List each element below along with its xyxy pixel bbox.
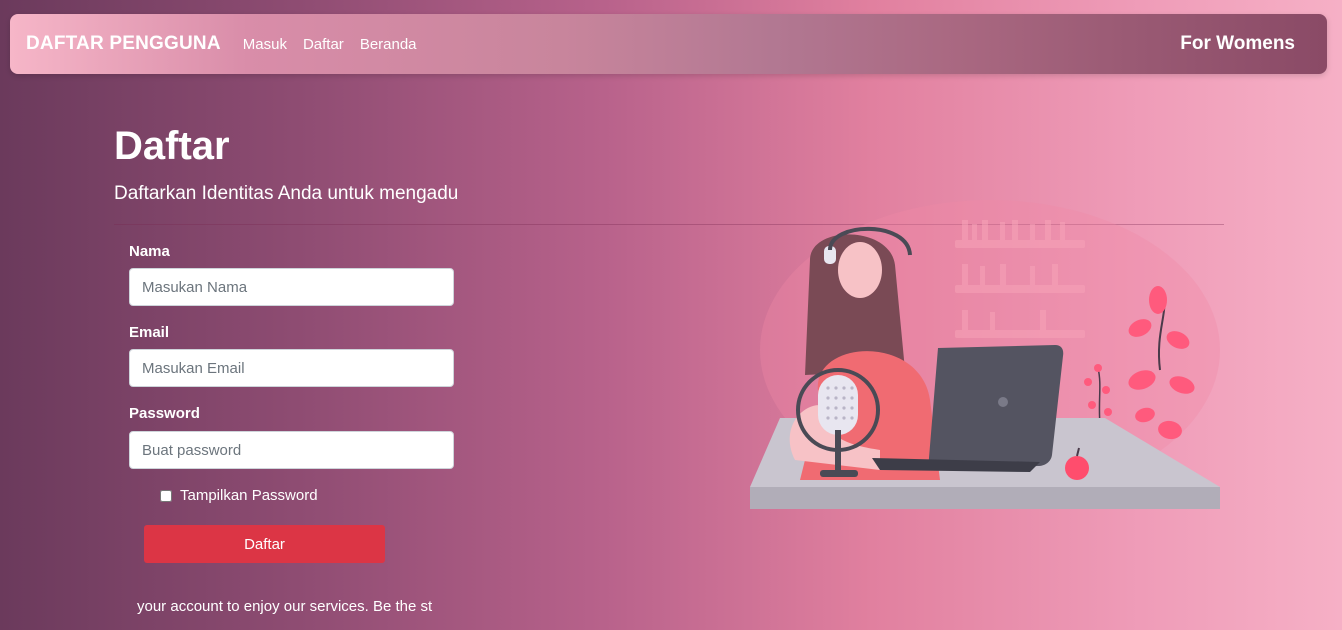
woman-podcast-laptop-illustration — [750, 200, 1220, 509]
show-password-label[interactable]: Tampilkan Password — [180, 487, 318, 504]
nav-link-daftar[interactable]: Daftar — [303, 36, 344, 53]
show-password-row: Tampilkan Password — [160, 487, 318, 504]
name-input[interactable] — [129, 268, 454, 306]
page-subtitle: Daftarkan Identitas Anda untuk mengadu — [114, 183, 459, 204]
password-label: Password — [129, 405, 200, 422]
name-label: Nama — [129, 243, 170, 260]
submit-button[interactable]: Daftar — [144, 525, 385, 563]
navbar-tagline: For Womens — [1180, 33, 1295, 54]
page-title: Daftar — [114, 124, 230, 168]
show-password-checkbox[interactable] — [160, 489, 172, 502]
email-input[interactable] — [129, 349, 454, 387]
nav-link-beranda[interactable]: Beranda — [360, 36, 417, 53]
navbar: DAFTAR PENGGUNA Masuk Daftar Beranda For… — [10, 14, 1327, 74]
navbar-brand[interactable]: DAFTAR PENGGUNA — [26, 33, 221, 55]
marquee-text: your account to enjoy our services. Be t… — [137, 598, 433, 615]
email-label: Email — [129, 324, 170, 341]
nav-link-masuk[interactable]: Masuk — [243, 36, 287, 53]
password-input[interactable] — [129, 431, 454, 469]
